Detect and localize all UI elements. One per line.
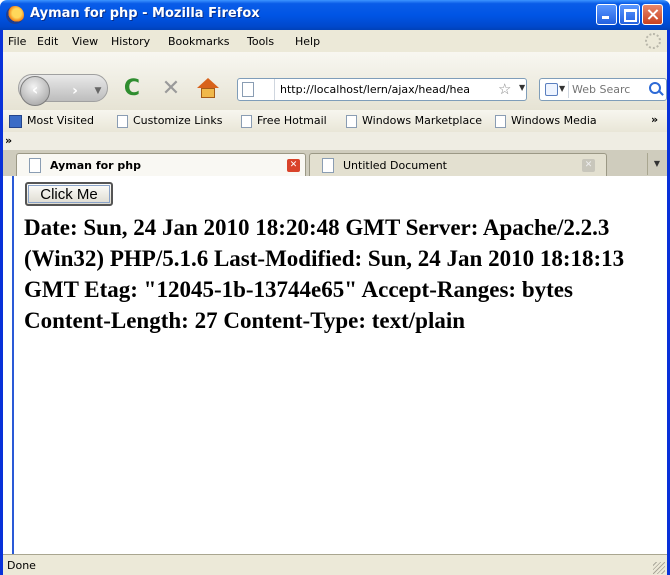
page-icon [495,114,506,128]
response-text: Date: Sun, 24 Jan 2010 18:20:48 GMT Serv… [24,215,625,333]
resize-grip-icon[interactable] [653,562,665,574]
bookmarks-toolbar: Most Visited Customize Links Free Hotmai… [3,110,667,132]
tab-label: Untitled Document [343,159,447,172]
bookmark-label: Windows Media [511,114,597,127]
menu-view[interactable]: View [72,35,98,48]
back-button[interactable]: ‹ [20,76,50,106]
status-bar: Done [3,554,667,575]
page-icon [29,158,41,173]
back-arrow-icon: ‹ [31,80,39,99]
page-content: Click Me Date: Sun, 24 Jan 2010 18:20:48… [3,176,667,554]
menu-help[interactable]: Help [295,35,320,48]
search-input[interactable] [572,82,646,97]
status-text: Done [7,559,36,572]
bookmarks-overflow-chevron[interactable]: » [651,113,658,126]
menu-file[interactable]: File [8,35,26,48]
address-bar[interactable]: ☆ ▼ [237,78,527,101]
browser-window: Ayman for php - Mozilla Firefox File Edi… [0,0,670,575]
bookmark-label: Windows Marketplace [362,114,483,127]
tab-label: Ayman for php [50,159,142,172]
page-icon [346,114,357,128]
bookmark-free-hotmail[interactable]: Free Hotmail [241,113,327,129]
page-icon [117,114,128,128]
minimize-button[interactable] [596,4,617,25]
tab-untitled-document[interactable]: Untitled Document ✕ [309,153,607,176]
magnifier-handle [658,90,664,96]
chevron-down-icon: ▼ [559,84,566,93]
maximize-icon [620,5,639,24]
bookmark-customize-links[interactable]: Customize Links [117,113,223,129]
bookmark-windows-marketplace[interactable]: Windows Marketplace [346,113,482,129]
toolbar-overflow-chevron[interactable]: » [5,134,12,147]
close-icon [643,5,662,24]
star-icon[interactable]: ☆ [498,80,511,98]
bookmark-most-visited[interactable]: Most Visited [9,113,94,129]
tab-close-button[interactable]: ✕ [287,159,300,172]
page-icon [322,158,334,173]
close-window-button[interactable] [642,4,663,25]
tab-close-button[interactable]: ✕ [582,159,595,172]
bookmark-label: Free Hotmail [257,114,327,127]
menu-tools[interactable]: Tools [247,35,274,48]
search-engine-icon [545,83,558,96]
tab-ayman-for-php[interactable]: Ayman for php ✕ [16,153,306,176]
forward-arrow-icon: › [72,83,78,99]
address-divider [274,79,275,100]
page-icon [242,82,254,97]
home-button[interactable] [195,76,221,102]
reload-icon: C [123,76,141,101]
search-bar[interactable]: ▼ [539,78,667,101]
bookmark-windows-media[interactable]: Windows Media [495,113,597,129]
most-visited-icon [9,114,22,128]
home-icon-body [201,88,215,98]
search-button[interactable] [648,81,664,97]
tab-strip: Ayman for php ✕ Untitled Document ✕ ▼ [3,150,667,177]
throbber-icon [645,33,661,49]
page-icon [241,114,252,128]
list-all-tabs-button[interactable]: ▼ [647,153,666,175]
forward-button[interactable]: › [65,82,85,100]
search-engine-selector[interactable]: ▼ [542,81,569,98]
history-dropdown[interactable]: ▼ [91,82,105,100]
menu-history[interactable]: History [111,35,150,48]
window-title: Ayman for php - Mozilla Firefox [30,6,260,21]
stop-button[interactable]: ✕ [160,78,182,100]
reload-button[interactable]: C [121,78,143,100]
home-icon [197,78,219,88]
toolbar-overflow-row: » [3,132,667,150]
firefox-icon [6,6,24,24]
maximize-button[interactable] [619,4,640,25]
click-me-button[interactable]: Click Me [25,182,113,206]
menu-bar: File Edit View History Bookmarks Tools H… [3,30,667,52]
title-bar[interactable]: Ayman for php - Mozilla Firefox [0,0,670,30]
menu-bookmarks[interactable]: Bookmarks [168,35,229,48]
menu-edit[interactable]: Edit [37,35,58,48]
navigation-toolbar: ‹ › ▼ C ✕ ☆ ▼ ▼ [3,52,667,111]
stop-icon: ✕ [161,76,181,101]
bookmark-label: Most Visited [27,114,94,127]
url-dropdown[interactable]: ▼ [519,83,525,92]
minimize-icon [597,5,616,24]
bookmark-label: Customize Links [133,114,223,127]
url-input[interactable] [280,81,480,98]
content-edge [12,176,14,554]
